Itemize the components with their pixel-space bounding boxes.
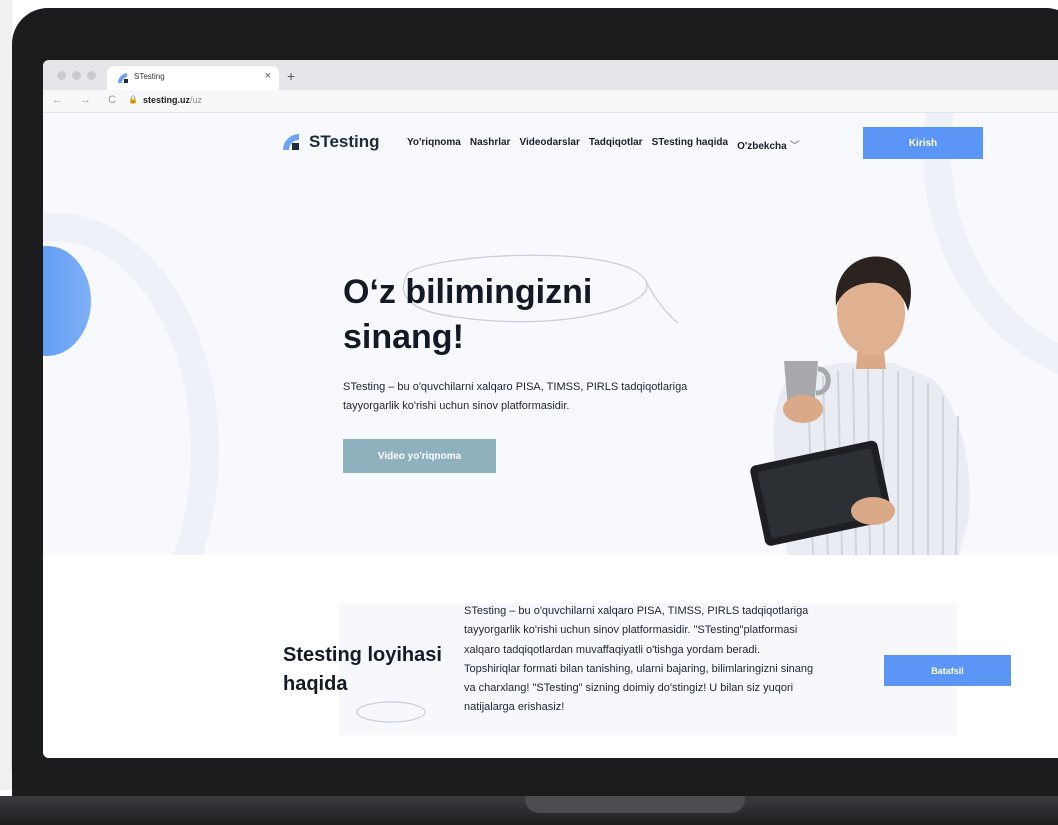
web-page: STesting Yo'riqnoma Nashrlar Videodarsla… bbox=[43, 113, 1058, 758]
logo-text: STesting bbox=[309, 132, 380, 151]
laptop-notch bbox=[525, 796, 745, 813]
language-label: O'zbekcha bbox=[737, 141, 787, 152]
menu-item-about[interactable]: STesting haqida bbox=[652, 137, 729, 152]
video-guide-button[interactable]: Video yo'riqnoma bbox=[343, 439, 496, 473]
url-text[interactable]: stesting.uz/uz bbox=[143, 95, 202, 105]
menu-item-tadqiqotlar[interactable]: Tadqiqotlar bbox=[589, 137, 643, 152]
site-logo[interactable]: STesting bbox=[282, 132, 380, 152]
window-controls[interactable] bbox=[57, 71, 96, 80]
decorative-oval bbox=[356, 701, 426, 723]
browser-tab[interactable]: STesting × bbox=[107, 66, 279, 90]
laptop-screen: STesting × + ← → C 🔒 stesting.uz/uz STes… bbox=[43, 60, 1058, 758]
menu-item-nashrlar[interactable]: Nashrlar bbox=[470, 137, 511, 152]
browser-tab-bar: STesting × + bbox=[43, 60, 1058, 90]
hero-description: STesting – bu o'quvchilarni xalqaro PISA… bbox=[343, 381, 688, 412]
hero-title: O‘z bilimingizni sinang! bbox=[343, 273, 593, 356]
hero-section: STesting Yo'riqnoma Nashrlar Videodarsla… bbox=[43, 113, 1058, 555]
tab-title: STesting bbox=[134, 72, 165, 81]
address-bar[interactable]: ← → C 🔒 stesting.uz/uz bbox=[43, 90, 1058, 113]
navigation-buttons[interactable]: ← → C bbox=[52, 94, 123, 106]
language-selector[interactable]: O'zbekcha ﹀ bbox=[737, 137, 800, 152]
stesting-logo-icon bbox=[117, 73, 128, 83]
more-button[interactable]: Batafsil bbox=[884, 655, 1011, 686]
menu-item-yoriqnoma[interactable]: Yo'riqnoma bbox=[407, 137, 461, 152]
about-title: Stesting loyihasi haqida bbox=[283, 644, 442, 695]
chevron-down-icon: ﹀ bbox=[789, 141, 800, 152]
login-button[interactable]: Kirish bbox=[863, 127, 983, 159]
lock-icon: 🔒 bbox=[128, 95, 138, 104]
about-text: STesting – bu o'quvchilarni xalqaro PISA… bbox=[464, 605, 814, 714]
close-tab-icon[interactable]: × bbox=[265, 70, 271, 82]
url-path: /uz bbox=[190, 95, 203, 105]
student-image bbox=[750, 256, 970, 555]
stesting-logo-icon bbox=[283, 134, 299, 150]
url-domain: stesting.uz bbox=[143, 95, 191, 105]
main-menu: Yo'riqnoma Nashrlar Videodarslar Tadqiqo… bbox=[407, 137, 800, 152]
menu-item-videodarslar[interactable]: Videodarslar bbox=[519, 137, 579, 152]
new-tab-button[interactable]: + bbox=[287, 68, 295, 84]
